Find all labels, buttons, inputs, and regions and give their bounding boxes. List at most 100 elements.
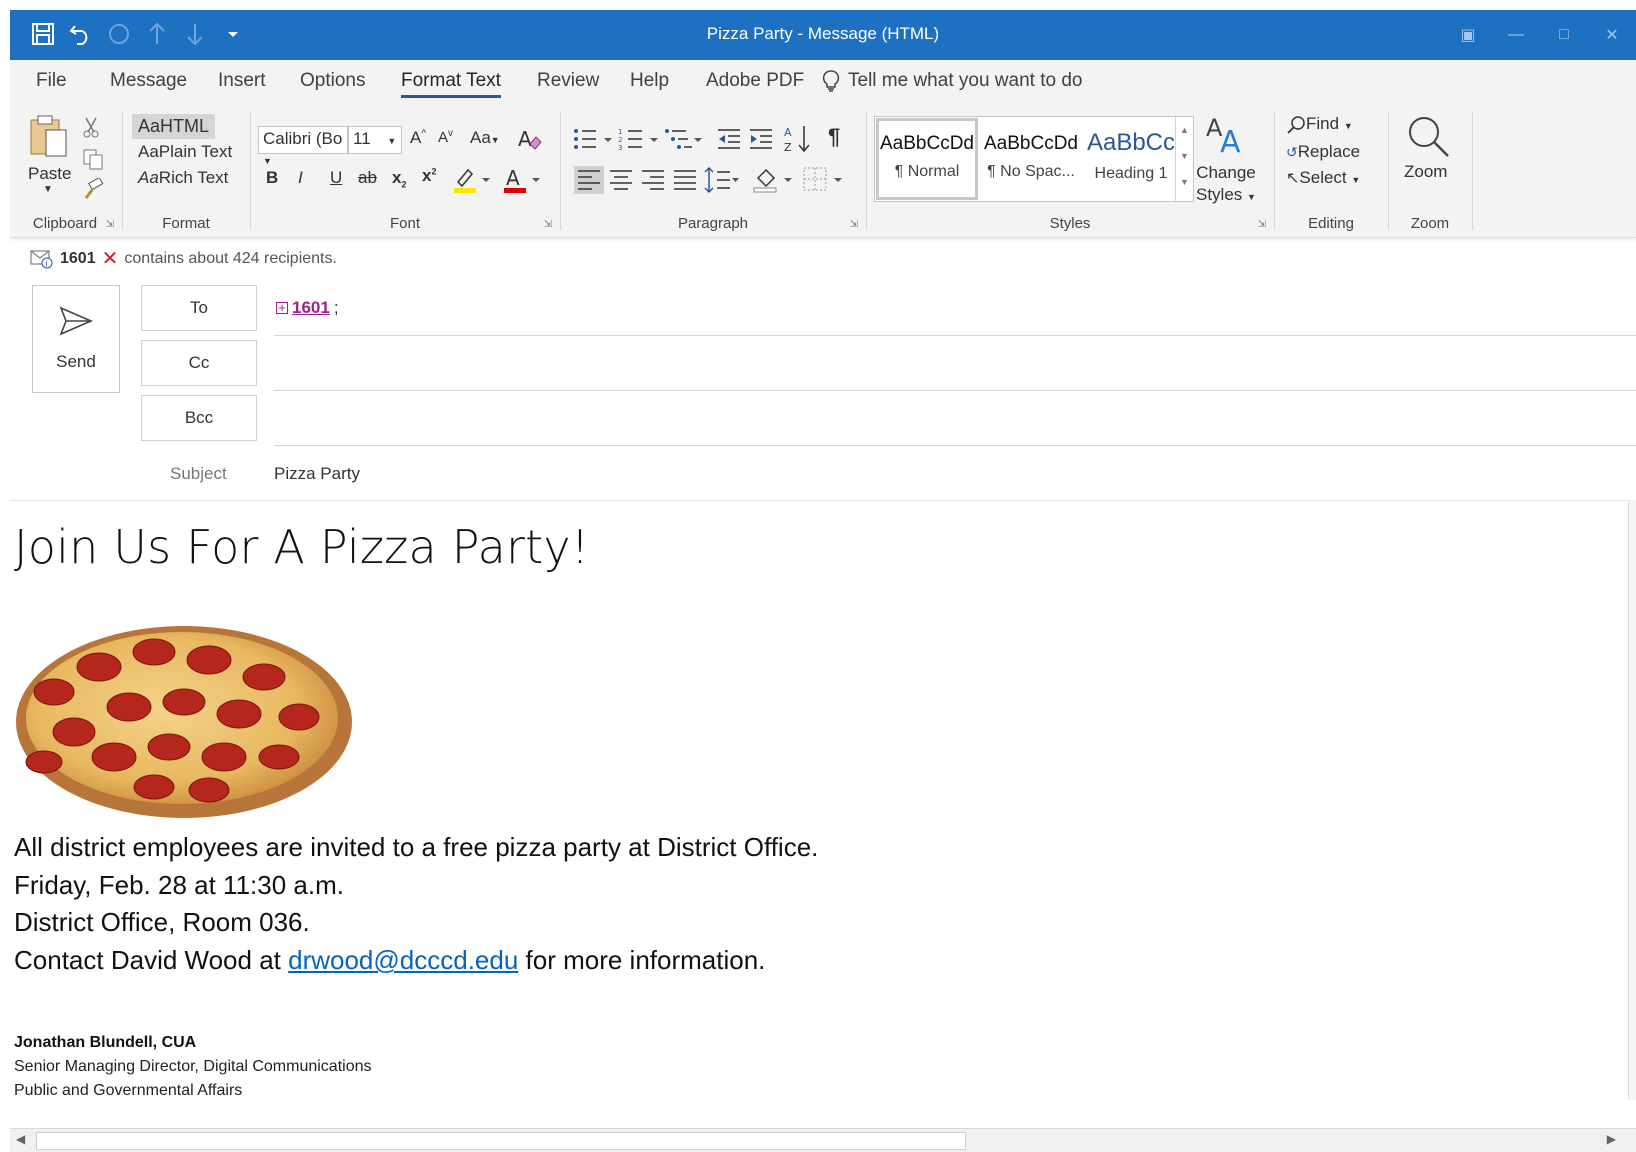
horizontal-scroll-thumb[interactable]: [36, 1132, 966, 1150]
maximize-icon[interactable]: □: [1540, 10, 1588, 60]
tab-file[interactable]: File: [36, 70, 67, 92]
svg-text:A: A: [784, 126, 792, 139]
strikethrough-button[interactable]: ab: [358, 168, 377, 188]
ribbon-display-icon[interactable]: ▣: [1444, 10, 1492, 60]
borders-icon[interactable]: [802, 166, 846, 194]
bcc-button[interactable]: Bcc: [141, 395, 257, 441]
font-group: Calibri (Bo ▼ 11 ▼ A^ Av Aa▼ A B I U ab …: [252, 104, 558, 238]
format-html-button[interactable]: AaHTML: [132, 114, 216, 139]
cc-field[interactable]: [274, 390, 1636, 391]
close-icon[interactable]: ✕: [1588, 10, 1636, 60]
show-formatting-icon[interactable]: ¶: [828, 124, 840, 150]
lightbulb-icon: [822, 70, 840, 92]
replace-button[interactable]: ↺Replace: [1286, 142, 1360, 162]
to-button[interactable]: To: [141, 285, 257, 331]
italic-button[interactable]: I: [298, 168, 303, 188]
increase-indent-icon[interactable]: [748, 126, 774, 152]
editing-label: Editing: [1308, 215, 1354, 232]
paste-dropdown-icon[interactable]: ▼: [43, 184, 53, 195]
styles-scroll[interactable]: ▲ ▼ ▼: [1175, 117, 1193, 201]
paragraph-launcher-icon[interactable]: ⇲: [850, 219, 858, 230]
format-painter-icon[interactable]: [82, 178, 104, 200]
superscript-button[interactable]: x2: [422, 166, 436, 186]
tell-me-text: Tell me what you want to do: [848, 70, 1083, 91]
justify-icon[interactable]: [672, 168, 698, 192]
select-button[interactable]: ↖Select ▼: [1286, 168, 1360, 188]
tab-format-text[interactable]: Format Text: [401, 70, 501, 98]
outlook-compose-window: Pizza Party - Message (HTML) ▣ — □ ✕ Fil…: [10, 10, 1636, 1152]
font-size-select[interactable]: 11 ▼: [348, 126, 402, 154]
tab-help[interactable]: Help: [630, 70, 669, 92]
shrink-font-button[interactable]: Av: [438, 128, 453, 146]
send-button[interactable]: Send: [32, 285, 120, 393]
font-family-select[interactable]: Calibri (Bo ▼: [258, 126, 348, 166]
change-styles-button[interactable]: Change Styles ▼: [1196, 162, 1256, 208]
align-right-icon[interactable]: [640, 168, 666, 192]
bullets-icon[interactable]: [572, 126, 616, 152]
find-button[interactable]: Find ▼: [1286, 114, 1353, 135]
scroll-right-icon[interactable]: ▶: [1607, 1132, 1616, 1146]
subject-field[interactable]: Pizza Party: [274, 464, 360, 484]
zoom-button[interactable]: Zoom: [1404, 162, 1447, 182]
tab-message[interactable]: Message: [110, 70, 187, 92]
horizontal-scrollbar[interactable]: ◀ ▶: [10, 1128, 1636, 1152]
format-plain-text-button[interactable]: AaPlain Text: [138, 142, 232, 162]
styles-launcher-icon[interactable]: ⇲: [1258, 219, 1266, 230]
tell-me-box[interactable]: Tell me what you want to do: [822, 70, 1082, 92]
remove-mailtip-icon[interactable]: ✕: [102, 246, 119, 271]
zoom-icon[interactable]: [1406, 114, 1452, 160]
group-separator: [866, 112, 867, 230]
clipboard-launcher-icon[interactable]: ⇲: [106, 219, 114, 230]
vertical-scrollbar[interactable]: [1628, 500, 1636, 1100]
scroll-left-icon[interactable]: ◀: [16, 1132, 25, 1146]
zoom-label: Zoom: [1410, 215, 1450, 232]
font-launcher-icon[interactable]: ⇲: [544, 219, 552, 230]
group-separator: [250, 112, 251, 230]
body-line-date: Friday, Feb. 28 at 11:30 a.m.: [14, 870, 344, 900]
copy-icon[interactable]: [82, 148, 104, 170]
style-no-spacing[interactable]: AaBbCcDd ¶ No Spac...: [979, 117, 1083, 201]
tab-insert[interactable]: Insert: [218, 70, 266, 92]
shading-icon[interactable]: [752, 166, 796, 194]
ribbon: Paste ▼ Clipboard ⇲ AaHTML AaPlain Text …: [10, 104, 1636, 238]
numbering-icon[interactable]: 123: [618, 126, 662, 152]
multilevel-list-icon[interactable]: [664, 126, 704, 152]
body-line-invite: All district employees are invited to a …: [14, 832, 819, 862]
minimize-icon[interactable]: —: [1492, 10, 1540, 60]
window-controls: ▣ — □ ✕: [1444, 10, 1636, 60]
highlight-color-icon[interactable]: [452, 166, 496, 194]
expand-group-icon[interactable]: +: [276, 301, 288, 314]
paste-icon[interactable]: [28, 114, 70, 160]
align-center-icon[interactable]: [608, 168, 634, 192]
to-field[interactable]: + 1601;: [276, 298, 339, 318]
sort-icon[interactable]: AZ: [784, 124, 812, 154]
cut-icon[interactable]: [82, 116, 100, 138]
recipient-1601[interactable]: 1601: [292, 298, 330, 318]
tab-options[interactable]: Options: [300, 70, 365, 92]
font-color-icon[interactable]: A: [502, 166, 546, 194]
clear-formatting-icon[interactable]: A: [516, 126, 542, 152]
tab-adobe-pdf[interactable]: Adobe PDF: [706, 70, 804, 92]
style-normal[interactable]: AaBbCcDd ¶ Normal: [875, 117, 979, 201]
style-heading-1[interactable]: AaBbCc Heading 1: [1079, 117, 1183, 201]
bold-button[interactable]: B: [266, 168, 278, 188]
cc-button[interactable]: Cc: [141, 340, 257, 386]
styles-gallery: AaBbCcDd ¶ Normal AaBbCcDd ¶ No Spac... …: [874, 116, 1194, 202]
clipboard-group: Paste ▼ Clipboard ⇲: [10, 104, 120, 238]
mailtip-text: contains about 424 recipients.: [124, 249, 337, 267]
subscript-button[interactable]: x2: [392, 168, 406, 189]
align-left-icon[interactable]: [574, 166, 604, 194]
bcc-field[interactable]: [274, 445, 1636, 446]
paste-button[interactable]: Paste: [28, 164, 71, 184]
change-case-button[interactable]: Aa▼: [470, 128, 500, 148]
underline-button[interactable]: U: [330, 168, 342, 188]
tab-review[interactable]: Review: [537, 70, 599, 92]
email-link[interactable]: drwood@dcccd.edu: [288, 945, 518, 975]
format-rich-text-button[interactable]: AaRich Text: [138, 168, 228, 188]
signature-department: Public and Governmental Affairs: [14, 1082, 243, 1099]
body-heading: Join Us For A Pizza Party!: [14, 520, 590, 574]
line-spacing-icon[interactable]: [704, 166, 740, 194]
grow-font-button[interactable]: A^: [410, 128, 426, 148]
change-styles-icon[interactable]: AA: [1204, 112, 1248, 156]
decrease-indent-icon[interactable]: [716, 126, 742, 152]
